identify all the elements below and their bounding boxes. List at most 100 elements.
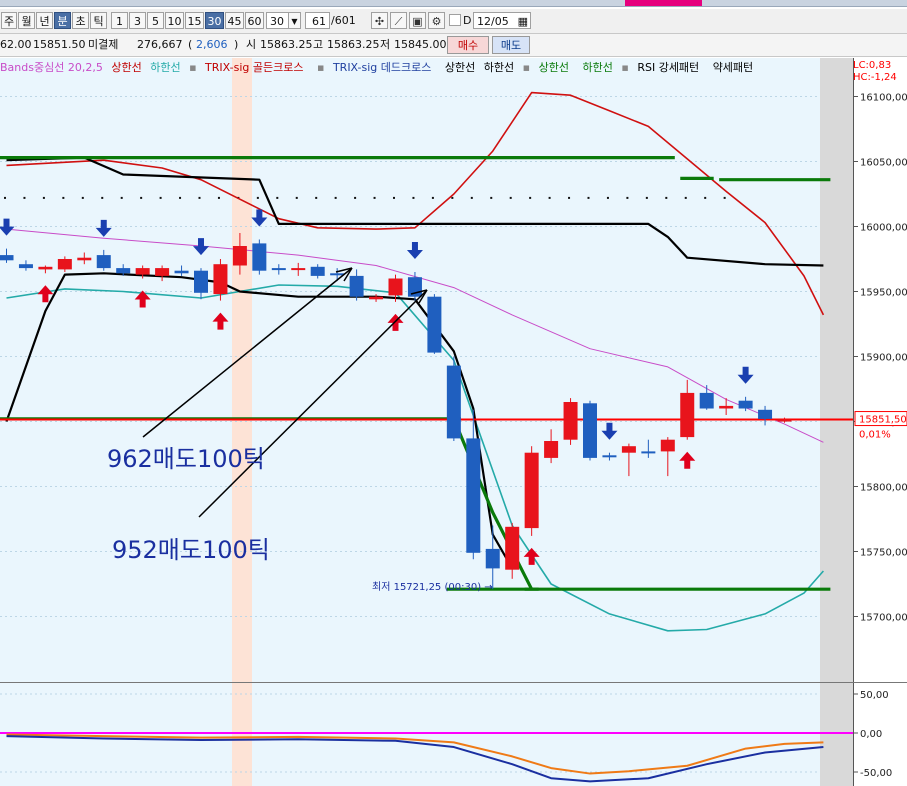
y-tick-label: 15750,00 [860,548,907,559]
candle-body [116,268,131,274]
candle-body [213,264,228,295]
indicator-legend: Bands중심선 20,2,5 상한선 하한선 ▪ TRIX-sig 골든크로스… [0,58,758,78]
right-margin-shade [820,58,853,786]
legend-upper-2-label: 상한선 [538,61,569,74]
signal-dot [645,196,648,199]
candle [446,356,461,441]
candle [583,400,597,461]
legend-trix-dead: ▪ TRIX-sig 데드크로스 [316,61,432,74]
signal-dot [470,196,473,199]
candle-body [699,392,714,409]
signal-dot [256,196,259,199]
legend-trix-golden: ▪ TRIX-sig 골든크로스 [189,61,304,74]
legend-trix-dead-label: TRIX-sig 데드크로스 [332,61,432,74]
current-price-tag-label: 15851,50 [859,415,907,426]
candle-body [660,439,675,452]
y-tick-label: 15700,00 [860,613,907,624]
signal-dot [490,196,493,199]
legend-lower-1: 하한선 [483,61,515,74]
legend-rsi-label: RSI 강세패턴 [637,61,700,74]
sub-right-margin-shade [820,683,853,786]
signal-dot [587,196,590,199]
annotation-962: 962매도100틱 [107,445,265,473]
signal-dot [217,196,220,199]
candle-body [388,278,403,296]
candle-body [466,438,481,553]
candle-body [0,255,14,261]
candle-body [505,526,520,570]
sub-plot-background [0,683,853,786]
legend-bb: Bands중심선 20,2,5 [0,61,103,74]
candle-body [641,451,656,454]
candle-body [330,273,345,276]
legend-lower-2: 하한선 [582,61,613,74]
signal-dot [606,196,609,199]
candle-body [369,296,384,300]
legend-bb-upper: 상한선 [111,61,142,74]
candle-body [271,268,286,271]
legend-upper-1: 상한선 [444,61,476,74]
signal-dot [42,196,45,199]
signal-dot [451,196,454,199]
candle-body [18,264,33,269]
candle-body [758,409,773,419]
candle-body [232,246,247,266]
candle-body [777,419,792,422]
candle-body [57,259,72,270]
legend-upper-2: ▪ 상한선 [522,61,569,74]
candle-body [38,266,53,270]
y-tick-label: 16100,00 [860,93,907,104]
sub-y-tick-label: 50,00 [860,690,889,701]
legend-rsi: ▪ RSI 강세패턴 [621,61,700,74]
sub-y-tick-label: 0,00 [860,729,882,740]
candle-body [155,268,170,276]
candle [252,239,267,275]
signal-dot [179,196,182,199]
candle-body [252,243,267,271]
candle-body [621,446,636,453]
lc-value: LC:0,83 [853,60,892,71]
signal-dot [412,196,415,199]
signal-dot [276,196,279,199]
signal-dot [393,196,395,199]
sub-highlight-column [232,683,252,786]
candle-body [485,548,500,569]
legend-weak: 약세패턴 [712,61,754,74]
candle-body [349,275,364,297]
signal-dot [723,196,726,199]
candle-body [738,400,753,409]
candle-body [77,257,92,261]
candle-body [291,268,306,271]
sub-y-tick-label: -50,00 [860,768,892,779]
signal-dot [509,196,512,199]
legend-trix-golden-label: TRIX-sig 골든크로스 [205,61,304,74]
signal-dot [626,196,629,199]
signal-dot [23,196,26,199]
candle-body [563,402,578,440]
candle-body [135,268,150,275]
y-tick-label: 15800,00 [860,483,907,494]
price-chart[interactable]: 16100,00 16050,00 16000,00 15950,00 15900,00… [0,0,907,786]
lowest-price-annotation: 최저 15721,25 (00:30) → [372,581,493,593]
signal-dot [529,196,532,199]
candle-body [680,392,695,438]
y-tick-label: 16000,00 [860,223,907,234]
signal-dot [120,196,123,199]
candle-body [194,270,208,293]
signal-dot [159,196,162,199]
candle-body [602,455,617,458]
lc-hc-box: LC:0,83 HC:-1,24 [853,60,897,84]
current-change-label: 0,01% [859,430,891,441]
legend-bb-lower: 하한선 [150,61,181,74]
signal-dot [295,196,298,199]
signal-dot [81,196,84,199]
signal-dot [704,196,707,199]
candle [524,446,539,536]
candle-body [719,405,734,409]
signal-dot [101,196,104,199]
hc-value: HC:-1,24 [853,72,897,83]
y-tick-label: 15950,00 [860,288,907,299]
signal-dot [684,196,687,199]
y-tick-label: 16050,00 [860,158,907,169]
candle-body [427,296,442,353]
